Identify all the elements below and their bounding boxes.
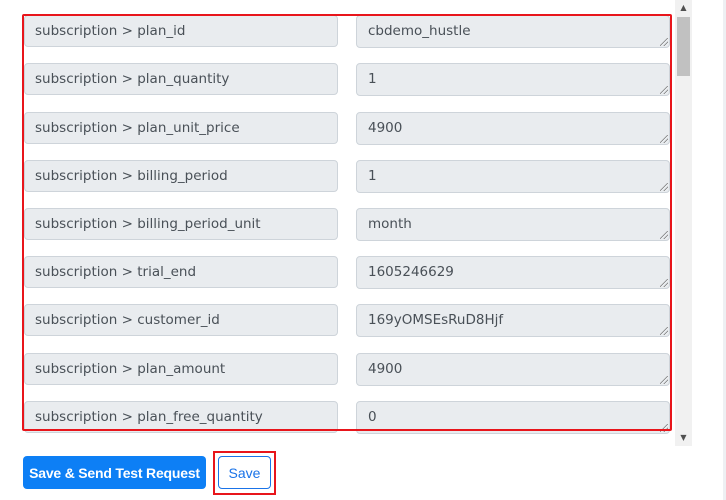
mapping-row (0, 0, 692, 15)
field-label: subscription > trial_end (24, 256, 338, 289)
field-label: subscription > customer_id (24, 304, 338, 337)
field-value-input[interactable]: 4900 (356, 352, 670, 386)
field-label: subscription > billing_period (24, 159, 338, 192)
field-value-input[interactable]: cbdemo_hustle (356, 15, 670, 49)
mapping-scroll-area[interactable]: subscription > plan_id cbdemo_hustle sub… (0, 0, 692, 446)
resize-grip-icon[interactable] (660, 134, 668, 143)
scrollbar-thumb[interactable] (677, 17, 690, 76)
mapping-row: subscription > plan_amount 4900 (0, 352, 692, 401)
field-value-text: 0 (368, 408, 377, 425)
field-value-text: 1605246629 (368, 264, 454, 281)
mapping-row: subscription > plan_id cbdemo_hustle (0, 15, 692, 63)
resize-grip-icon[interactable] (660, 279, 668, 288)
mapping-row: subscription > customer_id 169yOMSEsRuD8… (0, 304, 692, 352)
resize-grip-icon[interactable] (660, 375, 668, 384)
resize-grip-icon[interactable] (660, 327, 668, 336)
vertical-scrollbar[interactable]: ▲ ▼ (675, 0, 692, 446)
field-label: subscription > billing_period_unit (24, 207, 338, 240)
field-value-input[interactable]: 1 (356, 63, 670, 97)
field-label: subscription > plan_amount (24, 352, 338, 385)
field-value-text: 4900 (368, 360, 403, 377)
field-value-text: 1 (368, 71, 377, 88)
field-label: subscription > plan_free_quantity (24, 400, 338, 433)
mapping-row: subscription > plan_unit_price 4900 (0, 111, 692, 160)
mapping-row: subscription > plan_free_quantity 0 (0, 400, 692, 446)
resize-grip-icon[interactable] (660, 86, 668, 95)
field-value-input[interactable]: month (356, 207, 670, 241)
mapping-row: subscription > plan_quantity 1 (0, 63, 692, 111)
scroll-up-arrow-icon[interactable]: ▲ (675, 0, 692, 16)
field-value-input[interactable]: 169yOMSEsRuD8Hjf (356, 304, 670, 338)
save-button[interactable]: Save (218, 456, 271, 489)
field-value-input[interactable]: 1 (356, 159, 670, 193)
resize-grip-icon[interactable] (660, 423, 668, 432)
field-value-input[interactable]: 0 (356, 400, 670, 434)
save-and-send-test-request-button[interactable]: Save & Send Test Request (23, 456, 206, 489)
resize-grip-icon[interactable] (660, 38, 668, 47)
field-label: subscription > plan_unit_price (24, 111, 338, 144)
resize-grip-icon[interactable] (660, 230, 668, 239)
field-value-text: 1 (368, 167, 377, 184)
mapping-rows: subscription > plan_id cbdemo_hustle sub… (0, 0, 692, 446)
field-value-input[interactable]: 1605246629 (356, 256, 670, 290)
mapping-row: subscription > billing_period 1 (0, 159, 692, 208)
field-label: subscription > plan_quantity (24, 63, 338, 96)
resize-grip-icon[interactable] (660, 182, 668, 191)
field-value-text: cbdemo_hustle (368, 23, 471, 40)
field-mapping-panel: subscription > plan_id cbdemo_hustle sub… (0, 0, 726, 500)
field-value-text: 4900 (368, 119, 403, 136)
scroll-down-arrow-icon[interactable]: ▼ (675, 430, 692, 446)
field-label: subscription > plan_id (24, 15, 338, 48)
field-value-text: 169yOMSEsRuD8Hjf (368, 312, 504, 329)
field-value-input[interactable]: 4900 (356, 111, 670, 145)
mapping-row: subscription > billing_period_unit month (0, 207, 692, 256)
mapping-row: subscription > trial_end 1605246629 (0, 256, 692, 304)
field-value-text: month (368, 215, 412, 232)
